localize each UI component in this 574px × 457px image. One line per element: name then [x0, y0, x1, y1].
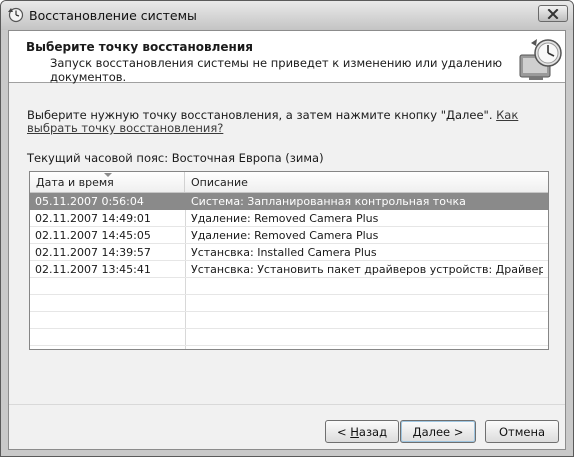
instruction-label: Выберите нужную точку восстановления, а … — [27, 108, 493, 122]
row-date: 05.11.2007 0:56:04 — [35, 195, 144, 208]
restore-points-table[interactable]: Дата и время Описание 05.11.2007 0:56:04… — [29, 171, 549, 350]
title-bar[interactable]: Восстановление системы — [1, 1, 573, 30]
instruction-text: Выберите нужную точку восстановления, а … — [27, 109, 547, 135]
page-title: Выберите точку восстановления — [26, 40, 253, 54]
row-description: Устансвка: Installed Camera Plus — [191, 246, 377, 259]
close-button[interactable] — [538, 5, 568, 22]
system-restore-window: Восстановление системы Выберите точку во… — [0, 0, 574, 457]
table-row[interactable]: 02.11.2007 14:45:05 Удаление: Removed Cam… — [30, 227, 548, 244]
table-row[interactable]: 02.11.2007 14:39:57 Устансвка: Installed … — [30, 244, 548, 261]
column-header-description[interactable]: Описание — [185, 172, 548, 192]
row-description: Система: Запланированная контрольная точ… — [191, 195, 466, 208]
cancel-button[interactable]: Отмена — [485, 420, 559, 443]
table-row[interactable]: 02.11.2007 14:49:01 Удаление: Removed Cam… — [30, 210, 548, 227]
sort-descending-icon — [104, 173, 112, 177]
table-body: 05.11.2007 0:56:04 Система: Запланированн… — [30, 193, 548, 346]
row-date: 02.11.2007 14:49:01 — [35, 212, 151, 225]
restore-computer-clock-icon — [519, 39, 562, 80]
row-date: 02.11.2007 14:45:05 — [35, 229, 151, 242]
back-button[interactable]: < Назад — [325, 420, 399, 443]
window-title: Восстановление системы — [29, 8, 197, 23]
row-description: Устансвка: Установить пакет драйверов ус… — [191, 263, 543, 276]
table-row[interactable]: 05.11.2007 0:56:04 Система: Запланированн… — [30, 193, 548, 210]
footer-divider — [9, 404, 565, 405]
wizard-header: Выберите точку восстановления Запуск вос… — [9, 31, 565, 84]
table-row[interactable]: 02.11.2007 13:45:41 Устансвка: Установить… — [30, 261, 548, 278]
empty-table-row — [30, 329, 548, 346]
wizard-content: Выберите точку восстановления Запуск вос… — [8, 30, 566, 450]
timezone-label: Текущий часовой пояс: Восточная Европа (… — [27, 151, 324, 165]
empty-table-row — [30, 295, 548, 312]
row-description: Удаление: Removed Camera Plus — [191, 229, 379, 242]
close-icon — [547, 8, 559, 19]
row-description: Удаление: Removed Camera Plus — [191, 212, 379, 225]
back-button-rest: азад — [358, 424, 388, 439]
back-button-prefix: < — [336, 424, 351, 439]
column-header-date-label: Дата и время — [36, 176, 114, 189]
row-date: 02.11.2007 14:39:57 — [35, 246, 151, 259]
page-subtitle: Запуск восстановления системы не приведе… — [50, 56, 502, 84]
column-header-date[interactable]: Дата и время — [30, 172, 185, 192]
system-restore-icon — [8, 7, 24, 23]
back-button-mnemonic: Н — [350, 424, 359, 439]
column-header-description-label: Описание — [191, 176, 248, 189]
next-button[interactable]: Далее > — [400, 420, 476, 443]
empty-table-row — [30, 278, 548, 295]
row-date: 02.11.2007 13:45:41 — [35, 263, 151, 276]
empty-table-row — [30, 312, 548, 329]
table-header: Дата и время Описание — [30, 172, 548, 193]
